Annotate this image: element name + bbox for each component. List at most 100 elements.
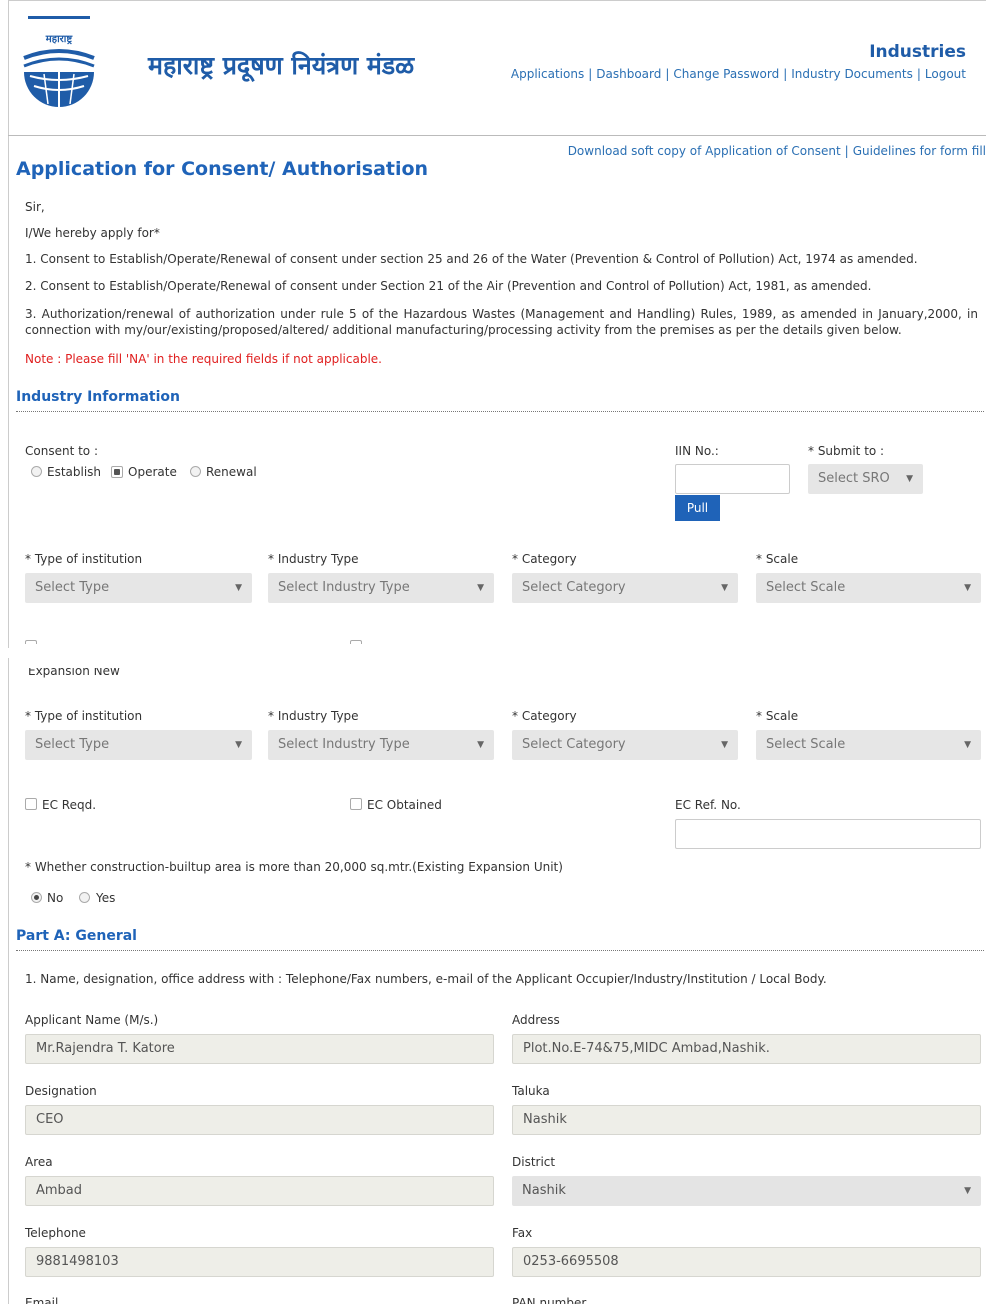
taluka-label: Taluka: [512, 1084, 550, 1098]
ec-obtained-checkbox[interactable]: [350, 798, 362, 810]
type-of-institution-label: * Type of institution: [25, 709, 143, 723]
district-value: Nashik: [522, 1183, 566, 1198]
consent-establish-radio[interactable]: [31, 466, 42, 477]
part-a-heading: Part A: General: [16, 928, 137, 944]
construction-yes-label: Yes: [96, 891, 116, 905]
submit-to-select[interactable]: Select SRO ▼: [808, 464, 923, 494]
nav-logout[interactable]: Logout: [925, 67, 966, 81]
link-separator: |: [844, 144, 849, 158]
industry-type-select[interactable]: Select Industry Type ▼: [268, 730, 494, 760]
logo-text: महाराष्ट्र: [45, 34, 74, 45]
ec-ref-label: EC Ref. No.: [675, 798, 741, 812]
nav-applications[interactable]: Applications: [511, 67, 584, 81]
iin-input[interactable]: [675, 464, 790, 494]
chevron-down-icon: ▼: [964, 583, 971, 593]
area-field[interactable]: Ambad: [25, 1176, 494, 1206]
chevron-down-icon: ▼: [964, 740, 971, 750]
type-value: Select Type: [35, 580, 110, 595]
scale-select[interactable]: Select Scale ▼: [756, 730, 981, 760]
industry-info-heading: Industry Information: [16, 389, 180, 405]
chevron-down-icon: ▼: [477, 583, 484, 593]
site-header: महाराष्ट्र महाराष्ट्र प्रदूषण नियंत्रण म…: [8, 8, 986, 136]
fax-label: Fax: [512, 1226, 533, 1240]
area-label: Area: [25, 1155, 53, 1169]
salutation: Sir,: [25, 200, 45, 214]
submit-to-value: Select SRO: [818, 471, 890, 486]
applicant-name-field[interactable]: Mr.Rajendra T. Katore: [25, 1034, 494, 1064]
construction-no-label: No: [47, 891, 64, 905]
submit-to-label: * Submit to :: [808, 444, 885, 458]
consent-operate-radio[interactable]: [111, 466, 123, 478]
category-value: Select Category: [522, 580, 626, 595]
nav-dashboard[interactable]: Dashboard: [596, 67, 661, 81]
industry-type-value: Select Industry Type: [278, 737, 410, 752]
consent-establish-label: Establish: [47, 465, 102, 479]
chevron-down-icon: ▼: [477, 740, 484, 750]
pan-number-label: PAN number: [512, 1296, 587, 1304]
ec-reqd-label: EC Reqd.: [42, 798, 97, 812]
district-select[interactable]: Nashik ▼: [512, 1176, 981, 1206]
chevron-down-icon: ▼: [721, 740, 728, 750]
industry-type-label: * Industry Type: [268, 709, 359, 723]
fax-field[interactable]: 0253-6695508: [512, 1247, 981, 1277]
scale-value: Select Scale: [766, 737, 846, 752]
construction-yes-radio[interactable]: [79, 892, 90, 903]
category-value: Select Category: [522, 737, 626, 752]
district-label: District: [512, 1155, 556, 1169]
apply-item-2: 2. Consent to Establish/Operate/Renewal …: [25, 279, 872, 293]
scale-label: * Scale: [756, 552, 799, 566]
industry-type-label: * Industry Type: [268, 552, 359, 566]
applicant-name-label: Applicant Name (M/s.): [25, 1013, 159, 1027]
clipped-checkbox: [25, 640, 37, 644]
guidelines-link[interactable]: Guidelines for form fill: [853, 144, 986, 158]
page-title: Application for Consent/ Authorisation: [16, 158, 429, 180]
construction-no-radio[interactable]: [31, 892, 42, 903]
apply-text: I/We hereby apply for*: [25, 226, 160, 240]
category-select[interactable]: Select Category ▼: [512, 573, 738, 603]
brand-name: महाराष्ट्र प्रदूषण नियंत्रण मंडळ: [148, 51, 415, 80]
top-nav: Applications | Dashboard | Change Password | I…: [511, 67, 966, 81]
ec-ref-input[interactable]: [675, 819, 981, 849]
apply-item-3: 3. Authorization/renewal of authorizatio…: [25, 307, 978, 337]
nav-separator: |: [665, 67, 670, 81]
scale-value: Select Scale: [766, 580, 846, 595]
chevron-down-icon: ▼: [235, 740, 242, 750]
ec-obtained-label: EC Obtained: [367, 798, 442, 812]
mpcb-logo: महाराष्ट्र: [23, 16, 95, 107]
type-value: Select Type: [35, 737, 110, 752]
consent-renewal-radio[interactable]: [190, 466, 201, 477]
taluka-field[interactable]: Nashik: [512, 1105, 981, 1135]
chevron-down-icon: ▼: [235, 583, 242, 593]
note-text: Note : Please fill 'NA' in the required …: [25, 352, 382, 366]
type-of-institution-select[interactable]: Select Type ▼: [25, 573, 252, 603]
top-links: Download soft copy of Application of Con…: [568, 144, 986, 158]
user-role: Industries: [869, 42, 966, 62]
telephone-label: Telephone: [25, 1226, 86, 1240]
pull-button[interactable]: Pull: [675, 495, 720, 521]
consent-to-label: Consent to :: [25, 444, 98, 458]
ec-reqd-checkbox[interactable]: [25, 798, 37, 810]
address-field[interactable]: Plot.No.E-74&75,MIDC Ambad,Nashik.: [512, 1034, 981, 1064]
designation-label: Designation: [25, 1084, 97, 1098]
industry-type-select[interactable]: Select Industry Type ▼: [268, 573, 494, 603]
chevron-down-icon: ▼: [721, 583, 728, 593]
part-a-question-1: 1. Name, designation, office address wit…: [25, 972, 827, 986]
telephone-field[interactable]: 9881498103: [25, 1247, 494, 1277]
nav-separator: |: [588, 67, 593, 81]
nav-industry-documents[interactable]: Industry Documents: [791, 67, 913, 81]
category-select[interactable]: Select Category ▼: [512, 730, 738, 760]
email-label: Email: [25, 1296, 59, 1304]
consent-renewal-label: Renewal: [206, 465, 257, 479]
section-divider: [16, 411, 984, 412]
scale-select[interactable]: Select Scale ▼: [756, 573, 981, 603]
download-soft-copy-link[interactable]: Download soft copy of Application of Con…: [568, 144, 841, 158]
type-of-institution-select[interactable]: Select Type ▼: [25, 730, 252, 760]
nav-separator: |: [916, 67, 921, 81]
nav-change-password[interactable]: Change Password: [673, 67, 779, 81]
designation-field[interactable]: CEO: [25, 1105, 494, 1135]
category-label: * Category: [512, 552, 577, 566]
construction-question: * Whether construction-builtup area is m…: [25, 860, 563, 874]
scroll-seam: [0, 648, 986, 658]
industry-type-value: Select Industry Type: [278, 580, 410, 595]
chevron-down-icon: ▼: [964, 1186, 971, 1196]
